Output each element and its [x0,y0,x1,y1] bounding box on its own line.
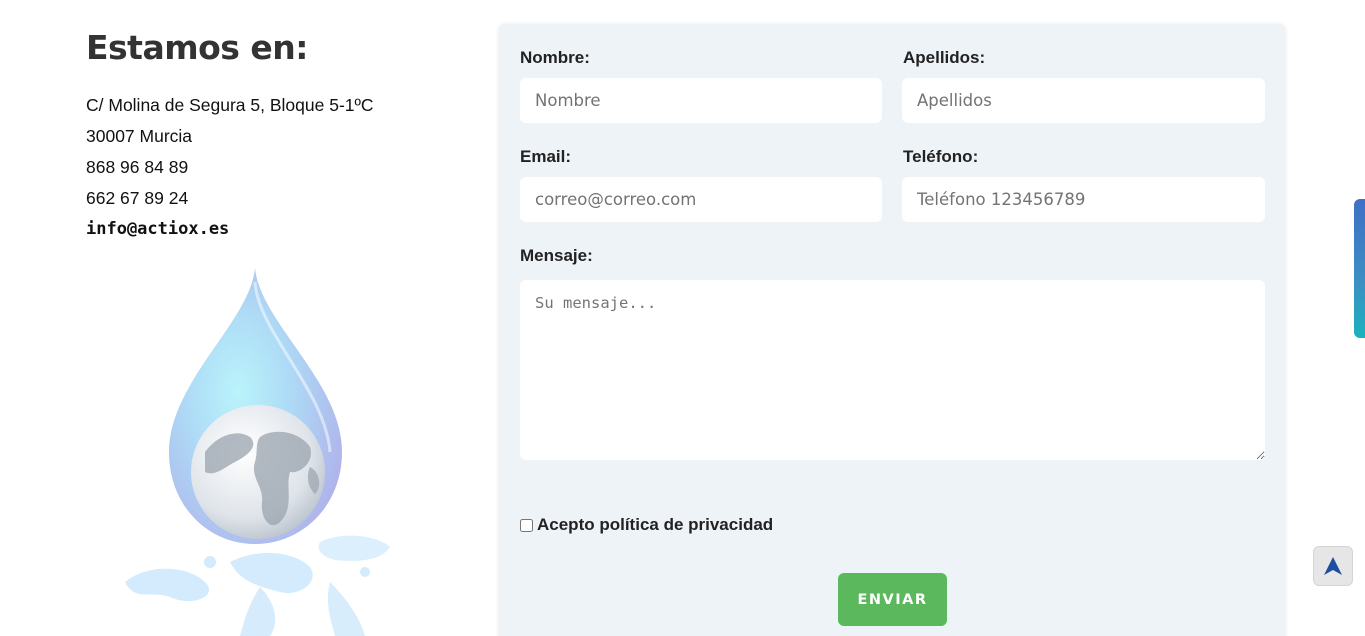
submit-button[interactable]: ENVIAR [838,573,947,626]
water-drop-globe-illustration [110,262,420,636]
contact-page: Estamos en: C/ Molina de Segura 5, Bloqu… [0,0,1365,636]
phone-1: 868 96 84 89 [86,157,189,177]
back-to-top-button[interactable] [1313,546,1353,586]
mensaje-textarea[interactable] [520,280,1265,460]
contact-form: Nombre: Apellidos: Email: Teléfono: Mens… [499,24,1285,636]
contact-email: info@actiox.es [86,219,230,239]
privacy-label: Acepto política de privacidad [537,515,774,534]
privacy-row: Acepto política de privacidad [520,515,773,535]
contact-title: Estamos en: [86,28,309,67]
scroll-indicator[interactable] [1354,199,1365,338]
nombre-label: Nombre: [520,48,590,67]
telefono-label: Teléfono: [903,147,979,166]
email-label: Email: [520,147,572,166]
address-city: 30007 Murcia [86,126,193,146]
telefono-input[interactable] [902,177,1265,222]
phone-2: 662 67 89 24 [86,188,189,208]
arrow-up-icon [1324,557,1342,575]
address-block: C/ Molina de Segura 5, Bloque 5-1ºC 3000… [86,90,426,245]
privacy-checkbox[interactable] [520,518,533,532]
mensaje-label: Mensaje: [520,246,593,265]
nombre-input[interactable] [520,78,882,123]
email-input[interactable] [520,177,882,222]
apellidos-input[interactable] [902,78,1265,123]
apellidos-label: Apellidos: [903,48,986,67]
address-street: C/ Molina de Segura 5, Bloque 5-1ºC [86,95,374,115]
contact-info: Estamos en: C/ Molina de Segura 5, Bloqu… [86,28,426,245]
